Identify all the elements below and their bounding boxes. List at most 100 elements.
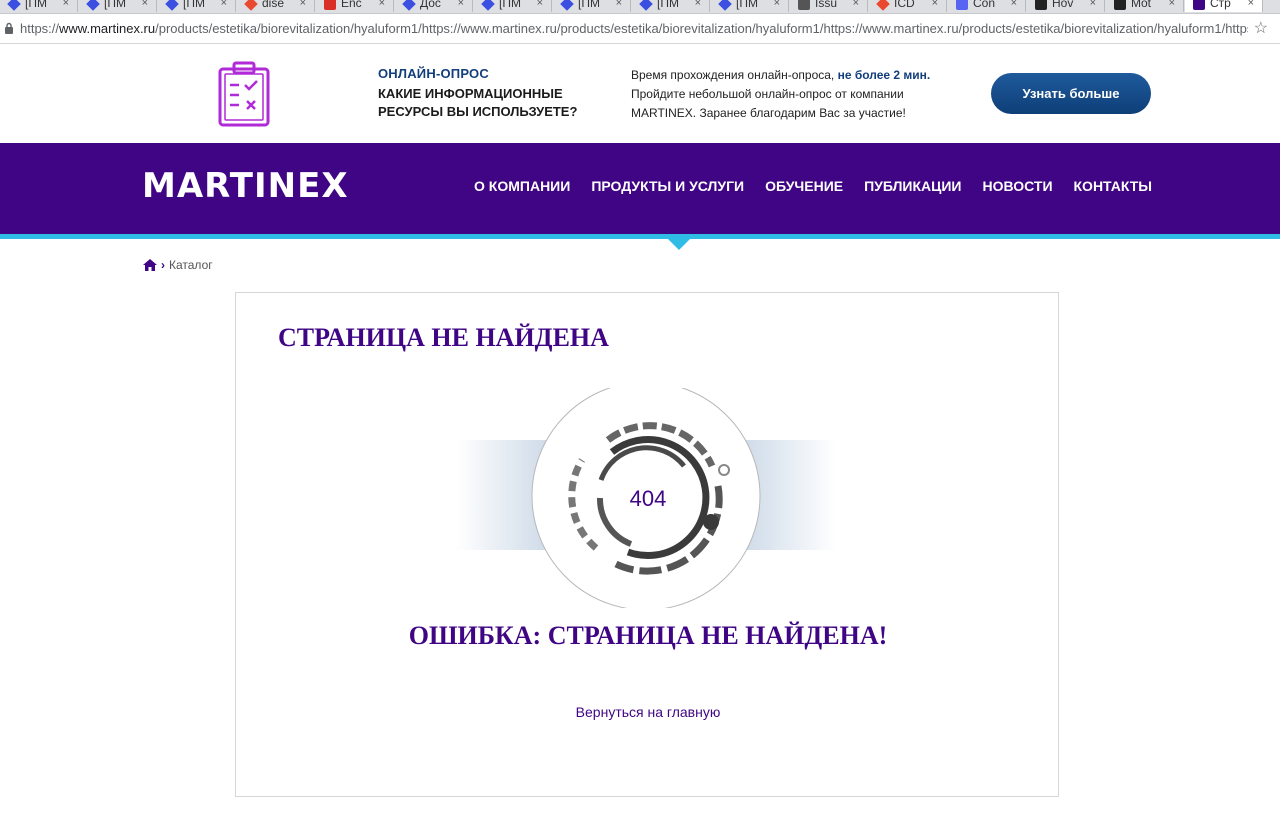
browser-tab[interactable]: Mot ×	[1106, 0, 1184, 12]
diamond-icon	[639, 0, 653, 11]
nav-item-news[interactable]: НОВОСТИ	[982, 178, 1052, 194]
bookmark-star-icon[interactable]: ☆	[1254, 18, 1268, 38]
nav-item-publications[interactable]: ПУБЛИКАЦИИ	[864, 178, 961, 194]
nav-item-about[interactable]: О КОМПАНИИ	[474, 178, 570, 194]
survey-text-duration: не более 2 мин.	[837, 68, 931, 82]
url-path: /products/estetika/biorevitalization/hya…	[155, 21, 1248, 36]
globe-icon	[956, 0, 968, 10]
browser-tab-label: Стр	[1210, 0, 1231, 10]
diamond-icon	[718, 0, 732, 11]
url-text[interactable]: https://www.martinex.ru/products/estetik…	[20, 21, 1248, 36]
browser-tab-label: Issu	[815, 0, 838, 10]
not-found-card: СТРАНИЦА НЕ НАЙДЕНА 404 ОШИБКА: СТРАНИЦА…	[235, 292, 1059, 797]
survey-banner: ОНЛАЙН-ОПРОС КАКИЕ ИНФОРМАЦИОННЫЕ РЕСУРС…	[0, 45, 1280, 143]
close-tab-icon[interactable]: ×	[1169, 0, 1175, 12]
diamond-icon	[165, 0, 179, 11]
browser-tab[interactable]: Enc ×	[316, 0, 394, 12]
browser-tab[interactable]: Hov ×	[1027, 0, 1105, 12]
diamond-icon	[244, 0, 258, 11]
close-tab-icon[interactable]: ×	[63, 0, 69, 12]
browser-tab-label: [ПМ	[183, 0, 205, 10]
browser-tab[interactable]: [ПМ ×	[632, 0, 710, 12]
martinex-logo[interactable]: MARTINEX	[142, 168, 349, 204]
browser-tab-label: Enc	[341, 0, 362, 10]
browser-tab-label: Mot	[1131, 0, 1152, 10]
clipboard-checklist-icon	[218, 61, 270, 127]
browser-tab-label: [ПМ	[104, 0, 126, 10]
breadcrumb-separator: ›	[161, 258, 165, 272]
close-tab-icon[interactable]: ×	[774, 0, 780, 12]
main-nav: О КОМПАНИИ ПРОДУКТЫ И УСЛУГИ ОБУЧЕНИЕ ПУ…	[453, 178, 1152, 194]
close-tab-icon[interactable]: ×	[1090, 0, 1096, 12]
survey-description: Время прохождения онлайн-опроса, не боле…	[631, 66, 971, 123]
close-tab-icon[interactable]: ×	[300, 0, 306, 12]
page-title: СТРАНИЦА НЕ НАЙДЕНА	[278, 323, 609, 352]
close-tab-icon[interactable]: ×	[537, 0, 543, 12]
close-tab-icon[interactable]: ×	[932, 0, 938, 12]
close-tab-icon[interactable]: ×	[221, 0, 227, 12]
close-tab-icon[interactable]: ×	[379, 0, 385, 12]
lock-icon	[5, 22, 13, 34]
diamond-icon	[86, 0, 100, 11]
browser-tab[interactable]: Стр ×	[1185, 0, 1263, 12]
hex-icon	[1035, 0, 1047, 10]
browser-tab[interactable]: [ПМ ×	[711, 0, 789, 12]
close-tab-icon[interactable]: ×	[1248, 0, 1254, 12]
browser-tab-label: dise	[262, 0, 285, 10]
url-scheme: https://	[20, 21, 60, 36]
home-icon[interactable]	[143, 259, 157, 271]
survey-title: ОНЛАЙН-ОПРОС	[378, 66, 489, 81]
graphic-small-dot	[718, 464, 730, 476]
graphic-dot	[703, 514, 719, 530]
browser-tab[interactable]: [ПМ ×	[0, 0, 78, 12]
diamond-icon	[560, 0, 574, 11]
browser-tab[interactable]: [ПМ ×	[158, 0, 236, 12]
browser-tab-strip: [ПМ × [ПМ × [ПМ × dise × Enc × Доc × [ПМ × [ПМ × [ПМ × [ПМ…	[0, 0, 1280, 14]
browser-tab[interactable]: [ПМ ×	[553, 0, 631, 12]
survey-question: КАКИЕ ИНФОРМАЦИОННЫЕ РЕСУРСЫ ВЫ ИСПОЛЬЗУ…	[378, 86, 578, 119]
diamond-icon	[481, 0, 495, 11]
browser-tab[interactable]: [ПМ ×	[474, 0, 552, 12]
browser-tab[interactable]: Доc ×	[395, 0, 473, 12]
nav-item-contacts[interactable]: КОНТАКТЫ	[1074, 178, 1152, 194]
close-tab-icon[interactable]: ×	[142, 0, 148, 12]
browser-tab-label: [ПМ	[736, 0, 758, 10]
error-title: ОШИБКА: СТРАНИЦА НЕ НАЙДЕНА!	[408, 621, 888, 650]
close-tab-icon[interactable]: ×	[695, 0, 701, 12]
learn-more-button[interactable]: Узнать больше	[991, 73, 1151, 114]
gmail-icon	[324, 0, 336, 10]
breadcrumb-current: Каталог	[169, 258, 213, 272]
issue-icon	[798, 0, 810, 10]
survey-text-after: Пройдите небольшой онлайн-опрос от компа…	[631, 87, 906, 120]
browser-tab[interactable]: Issu ×	[790, 0, 868, 12]
browser-tab[interactable]: ICD ×	[869, 0, 947, 12]
header-accent-stripe	[0, 234, 1280, 239]
browser-tab-label: ICD	[894, 0, 915, 10]
nav-item-training[interactable]: ОБУЧЕНИЕ	[765, 178, 843, 194]
browser-tab-label: [ПМ	[578, 0, 600, 10]
close-tab-icon[interactable]: ×	[458, 0, 464, 12]
browser-tab[interactable]: dise ×	[237, 0, 315, 12]
diamond-icon	[7, 0, 21, 11]
browser-tab-label: [ПМ	[25, 0, 47, 10]
close-tab-icon[interactable]: ×	[853, 0, 859, 12]
breadcrumb: › Каталог	[143, 258, 213, 272]
browser-tab[interactable]: [ПМ ×	[79, 0, 157, 12]
back-to-home-link[interactable]: Вернуться на главную	[236, 704, 1060, 720]
error-code-text: 404	[630, 486, 667, 511]
close-tab-icon[interactable]: ×	[616, 0, 622, 12]
close-tab-icon[interactable]: ×	[1011, 0, 1017, 12]
nav-item-products[interactable]: ПРОДУКТЫ И УСЛУГИ	[591, 178, 744, 194]
diamond-icon	[402, 0, 416, 11]
url-host: www.martinex.ru	[59, 21, 156, 36]
nav-active-indicator	[667, 238, 691, 250]
diamond-icon	[876, 0, 890, 11]
address-bar[interactable]: https://www.martinex.ru/products/estetik…	[0, 14, 1280, 44]
github-icon	[1114, 0, 1126, 10]
error-404-graphic: 404	[456, 388, 836, 608]
browser-tab[interactable]: Con ×	[948, 0, 1026, 12]
martinex-icon	[1193, 0, 1205, 10]
browser-tab-label: Hov	[1052, 0, 1074, 10]
browser-tab-label: [ПМ	[499, 0, 521, 10]
survey-text-before: Время прохождения онлайн-опроса,	[631, 68, 838, 82]
